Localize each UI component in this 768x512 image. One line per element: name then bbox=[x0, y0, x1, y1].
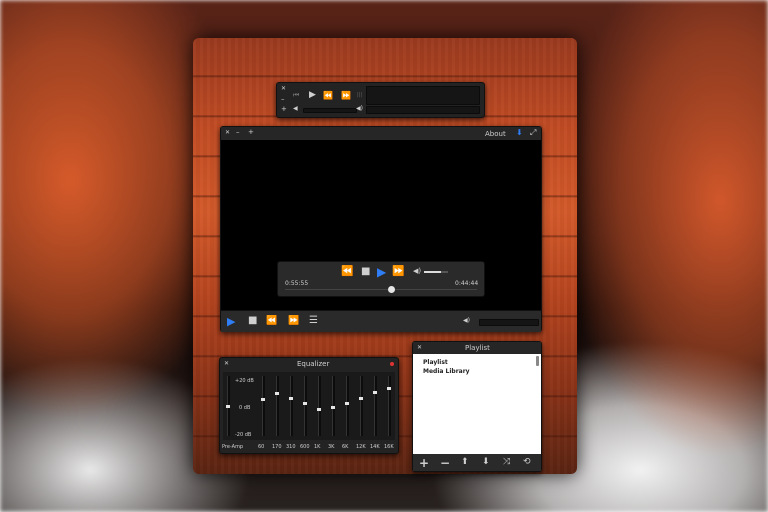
stop-icon[interactable]: ■ bbox=[248, 316, 257, 326]
volume-high-icon: ◀) bbox=[356, 105, 363, 112]
mini-player: ✕ – + ⏮ ▶ ⏪ ⏩ ||| ◀ ◀) bbox=[276, 82, 485, 118]
eq-sliders-area: +20 dB 0 dB -20 dB bbox=[223, 372, 395, 440]
eq-label-bottom: -20 dB bbox=[235, 432, 252, 438]
eq-band-knob[interactable] bbox=[387, 386, 391, 390]
mini-seek-bar[interactable] bbox=[366, 106, 480, 114]
eq-band-knob[interactable] bbox=[261, 398, 265, 401]
eq-band-track[interactable] bbox=[276, 376, 279, 436]
play-icon[interactable]: ▶ bbox=[309, 91, 316, 100]
volume-icon: ◀) bbox=[463, 317, 470, 324]
main-titlebar: ✕ – + About ⬇ ⤢ bbox=[221, 127, 541, 140]
eq-band-label: 3K bbox=[328, 444, 335, 450]
bottom-control-bar: ▶ ■ ⏪ ⏩ ☰ ◀) bbox=[221, 310, 541, 332]
main-window: ✕ – + About ⬇ ⤢ ⏪ ■ ▶ ⏩ ◀) 0:55:55 0:44:… bbox=[220, 126, 542, 332]
eq-band-knob[interactable] bbox=[359, 396, 363, 400]
eq-band-track[interactable] bbox=[262, 376, 265, 436]
forward-icon[interactable]: ⏩ bbox=[392, 267, 404, 277]
eq-band-knob[interactable] bbox=[289, 396, 293, 400]
equalizer-title: Equalizer bbox=[297, 360, 330, 368]
eq-indicator-dot bbox=[390, 362, 394, 366]
eq-band-label: 1K bbox=[314, 444, 321, 450]
rewind-icon[interactable]: ⏪ bbox=[323, 92, 333, 100]
eq-band-label: 170 bbox=[272, 444, 282, 450]
eq-label-mid: 0 dB bbox=[239, 405, 251, 411]
eq-band-label: 14K bbox=[370, 444, 380, 450]
eq-band-label: Pre-Amp bbox=[222, 444, 244, 450]
eq-band-knob[interactable] bbox=[303, 402, 307, 406]
volume-slider[interactable] bbox=[479, 319, 539, 326]
playlist-toolbar: + − ⬆ ⬇ ⤨ ⟲ bbox=[413, 454, 541, 471]
eq-band-knob[interactable] bbox=[373, 391, 377, 394]
mini-volume-bar[interactable] bbox=[303, 108, 357, 113]
playlist-icon[interactable]: ☰ bbox=[309, 316, 318, 326]
repeat-icon[interactable]: ⟲ bbox=[523, 458, 531, 467]
eq-band-knob[interactable] bbox=[226, 405, 230, 408]
eq-band-knob[interactable] bbox=[331, 406, 335, 410]
close-icon[interactable]: ✕ bbox=[281, 86, 286, 92]
add-icon[interactable]: + bbox=[248, 129, 254, 136]
rewind-icon[interactable]: ⏪ bbox=[341, 267, 353, 277]
playlist-items: Playlist Media Library bbox=[423, 358, 470, 376]
move-up-icon[interactable]: ⬆ bbox=[461, 458, 469, 467]
eq-band-label: 310 bbox=[286, 444, 296, 450]
remove-icon[interactable]: − bbox=[440, 457, 450, 469]
eq-band-label: 600 bbox=[300, 444, 310, 450]
playlist-scrollbar[interactable] bbox=[536, 356, 539, 366]
eq-band-track[interactable] bbox=[374, 376, 377, 436]
eq-band-knob[interactable] bbox=[317, 407, 321, 411]
minimize-icon[interactable]: – bbox=[281, 96, 285, 103]
mini-info-display bbox=[366, 86, 480, 105]
prev-icon[interactable]: ⏮ bbox=[293, 92, 299, 99]
add-icon[interactable]: + bbox=[281, 106, 287, 113]
playlist-list: Playlist Media Library bbox=[413, 354, 541, 454]
forward-icon[interactable]: ⏩ bbox=[341, 92, 351, 100]
playlist-title: Playlist bbox=[465, 344, 490, 352]
eq-band-label: 6K bbox=[342, 444, 349, 450]
play-icon[interactable]: ▶ bbox=[227, 316, 235, 327]
play-icon[interactable]: ▶ bbox=[377, 266, 386, 278]
playlist-window: ✕ Playlist Playlist Media Library + − ⬆ ⬇… bbox=[412, 341, 542, 472]
eq-band-track[interactable] bbox=[360, 376, 363, 436]
eq-band-track[interactable] bbox=[318, 376, 321, 436]
playlist-titlebar: ✕ Playlist bbox=[413, 342, 541, 354]
close-icon[interactable]: ✕ bbox=[225, 130, 230, 136]
shuffle-icon[interactable]: ⤨ bbox=[503, 458, 510, 467]
divider-icon: ||| bbox=[357, 92, 363, 98]
download-icon[interactable]: ⬇ bbox=[516, 129, 523, 137]
close-icon[interactable]: ✕ bbox=[417, 345, 422, 351]
eq-band-label: 16K bbox=[384, 444, 394, 450]
eq-band-track[interactable] bbox=[346, 376, 349, 436]
eq-band-label: 12K bbox=[356, 444, 366, 450]
osd-volume-fill bbox=[424, 271, 441, 273]
minimize-icon[interactable]: – bbox=[236, 129, 240, 136]
volume-icon: ◀) bbox=[413, 267, 422, 275]
equalizer-window: ✕ Equalizer +20 dB 0 dB -20 dB Pre-Amp 60… bbox=[219, 357, 399, 454]
stop-icon[interactable]: ■ bbox=[361, 267, 370, 277]
volume-low-icon: ◀ bbox=[293, 105, 298, 112]
osd-controls: ⏪ ■ ▶ ⏩ ◀) 0:55:55 0:44:44 bbox=[277, 261, 485, 297]
osd-seek-knob[interactable] bbox=[387, 286, 395, 293]
osd-seek-track[interactable] bbox=[285, 289, 477, 290]
eq-label-top: +20 dB bbox=[235, 378, 254, 384]
eq-band-knob[interactable] bbox=[275, 392, 279, 396]
remaining-time: 0:44:44 bbox=[455, 280, 479, 287]
about-link[interactable]: About bbox=[485, 130, 506, 138]
eq-band-track[interactable] bbox=[304, 376, 307, 436]
eq-band-label: 60 bbox=[258, 444, 265, 450]
move-down-icon[interactable]: ⬇ bbox=[482, 458, 490, 467]
eq-band-track[interactable] bbox=[290, 376, 293, 436]
elapsed-time: 0:55:55 bbox=[285, 280, 309, 287]
add-icon[interactable]: + bbox=[419, 457, 429, 469]
fullscreen-icon[interactable]: ⤢ bbox=[530, 129, 536, 137]
playlist-item[interactable]: Media Library bbox=[423, 367, 470, 376]
eq-band-track[interactable] bbox=[388, 376, 391, 436]
eq-band-knob[interactable] bbox=[345, 402, 349, 406]
rewind-icon[interactable]: ⏪ bbox=[266, 317, 277, 326]
close-icon[interactable]: ✕ bbox=[224, 361, 229, 367]
osd-volume-slider[interactable] bbox=[424, 271, 448, 273]
forward-icon[interactable]: ⏩ bbox=[288, 317, 299, 326]
playlist-item[interactable]: Playlist bbox=[423, 358, 470, 367]
